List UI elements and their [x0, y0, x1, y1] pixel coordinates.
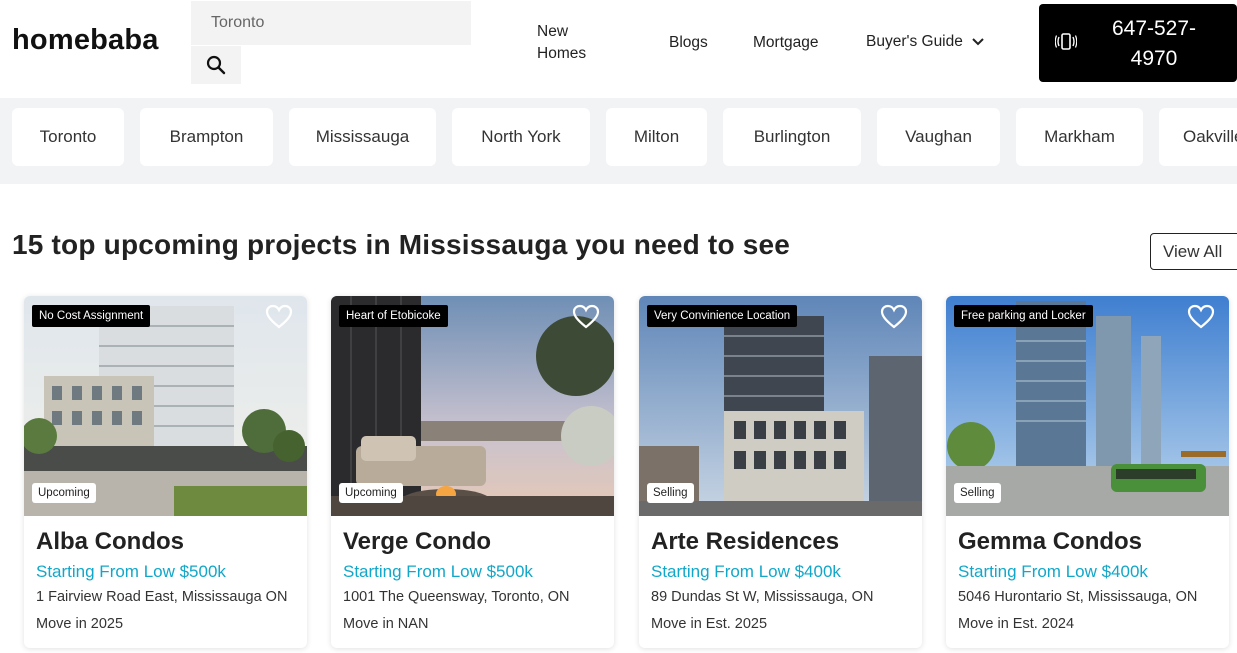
project-title[interactable]: Verge Condo: [343, 528, 491, 556]
search-icon: [206, 55, 226, 75]
project-price: Starting From Low $400k: [958, 562, 1148, 581]
city-pill-toronto[interactable]: Toronto: [12, 108, 124, 166]
project-move-in: Move in Est. 2025: [651, 616, 768, 632]
section-title: 15 top upcoming projects in Mississauga …: [12, 229, 791, 260]
heart-icon[interactable]: [880, 304, 908, 330]
city-pill-mississauga[interactable]: Mississauga: [289, 108, 436, 166]
city-filter-strip: Toronto Brampton Mississauga North York …: [0, 98, 1237, 184]
search-button[interactable]: [191, 46, 241, 84]
view-all-button[interactable]: View All: [1150, 233, 1237, 270]
heart-icon[interactable]: [1187, 304, 1215, 330]
project-move-in: Move in Est. 2024: [958, 616, 1075, 632]
city-pill-burlington[interactable]: Burlington: [723, 108, 861, 166]
project-card[interactable]: Very Convinience Location Selling Arte R…: [639, 296, 922, 648]
nav-buyers-guide[interactable]: Buyer's Guide: [866, 31, 985, 53]
site-header: homebaba New Homes Blogs Mortgage Buyer'…: [0, 0, 1237, 98]
project-tag: Very Convinience Location: [647, 305, 798, 327]
project-address: 1001 The Queensway, Toronto, ON: [343, 589, 570, 605]
city-pill-brampton[interactable]: Brampton: [140, 108, 273, 166]
project-address: 89 Dundas St W, Mississauga, ON: [651, 589, 874, 605]
project-card[interactable]: No Cost Assignment Upcoming Alba Condos …: [24, 296, 307, 648]
project-tag: Free parking and Locker: [954, 305, 1093, 327]
project-image[interactable]: Very Convinience Location Selling: [639, 296, 922, 516]
city-pill-markham[interactable]: Markham: [1016, 108, 1143, 166]
project-title[interactable]: Alba Condos: [36, 528, 184, 556]
chevron-down-icon: [972, 38, 984, 46]
search-input[interactable]: [191, 1, 471, 45]
nav-new-homes[interactable]: New Homes: [537, 21, 607, 65]
project-image[interactable]: Heart of Etobicoke Upcoming: [331, 296, 614, 516]
phone-vibrate-icon: [1055, 33, 1077, 50]
status-badge: Selling: [647, 483, 694, 503]
project-move-in: Move in NAN: [343, 616, 429, 632]
status-badge: Upcoming: [339, 483, 403, 503]
status-badge: Selling: [954, 483, 1001, 503]
nav-buyers-guide-label: Buyer's Guide: [866, 33, 963, 50]
nav-mortgage[interactable]: Mortgage: [753, 32, 818, 54]
project-address: 5046 Hurontario St, Mississauga, ON: [958, 589, 1198, 605]
project-price: Starting From Low $400k: [651, 562, 841, 581]
project-title[interactable]: Arte Residences: [651, 528, 839, 556]
project-tag: Heart of Etobicoke: [339, 305, 448, 327]
project-title[interactable]: Gemma Condos: [958, 528, 1142, 556]
nav-blogs[interactable]: Blogs: [669, 32, 708, 54]
project-address: 1 Fairview Road East, Mississauga ON: [36, 589, 288, 605]
city-pill-vaughan[interactable]: Vaughan: [877, 108, 1000, 166]
project-move-in: Move in 2025: [36, 616, 124, 632]
city-pill-milton[interactable]: Milton: [606, 108, 707, 166]
project-card[interactable]: Free parking and Locker Selling Gemma Co…: [946, 296, 1229, 648]
city-pill-north-york[interactable]: North York: [452, 108, 590, 166]
phone-call-button[interactable]: 647-527-4970: [1039, 4, 1237, 82]
heart-icon[interactable]: [572, 304, 600, 330]
heart-icon[interactable]: [265, 304, 293, 330]
site-logo[interactable]: homebaba: [12, 24, 159, 57]
project-tag: No Cost Assignment: [32, 305, 151, 327]
phone-number: 647-527-4970: [1111, 17, 1197, 70]
project-image[interactable]: No Cost Assignment Upcoming: [24, 296, 307, 516]
status-badge: Upcoming: [32, 483, 96, 503]
project-price: Starting From Low $500k: [36, 562, 226, 581]
city-pill-oakville[interactable]: Oakville: [1159, 108, 1237, 166]
project-price: Starting From Low $500k: [343, 562, 533, 581]
project-image[interactable]: Free parking and Locker Selling: [946, 296, 1229, 516]
project-card[interactable]: Heart of Etobicoke Upcoming Verge Condo …: [331, 296, 614, 648]
